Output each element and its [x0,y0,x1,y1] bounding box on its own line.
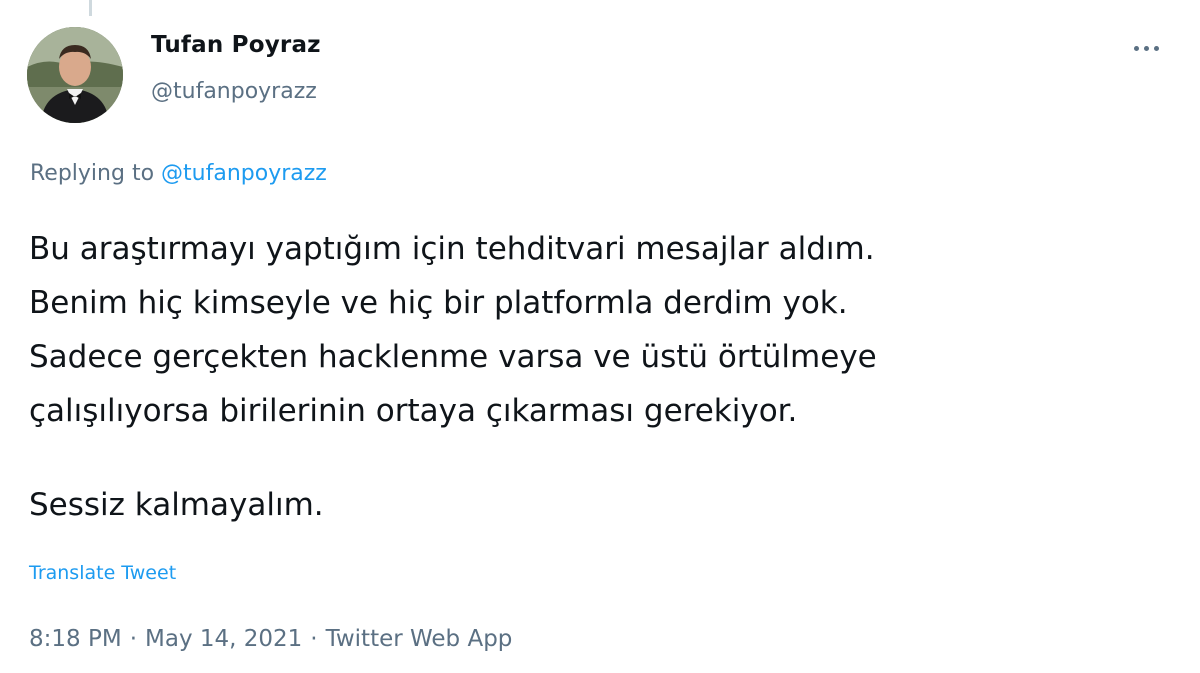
tweet-time-link[interactable]: 8:18 PM [29,626,122,652]
replying-to-label: Replying to [30,161,155,186]
thread-connector-line [89,0,92,16]
meta-separator: · [129,626,137,652]
tweet-date-link[interactable]: May 14, 2021 [145,626,302,652]
more-options-button[interactable] [1128,36,1164,60]
tweet-card: Tufan Poyraz @tufanpoyrazz Replying to @… [0,0,1200,673]
more-horizontal-icon [1133,45,1139,51]
replying-to: Replying to @tufanpoyrazz [30,161,327,186]
tweet-metadata: 8:18 PM · May 14, 2021 · Twitter Web App [29,626,512,652]
tweet-text: Bu araştırmayı yaptığım için tehditvari … [29,222,1179,532]
tweet-text-line: Sessiz kalmayalım. [29,487,324,523]
author-display-name[interactable]: Tufan Poyraz [151,32,321,58]
tweet-text-line: Bu araştırmayı yaptığım için tehditvari … [29,231,875,267]
tweet-source-link[interactable]: Twitter Web App [326,626,513,652]
tweet-text-line: Benim hiç kimseyle ve hiç bir platformla… [29,285,848,321]
more-horizontal-icon-dot [1153,45,1159,51]
meta-separator: · [310,626,318,652]
tweet-text-line: çalışılıyorsa birilerinin ortaya çıkarma… [29,393,798,429]
more-horizontal-icon-dot [1143,45,1149,51]
tweet-text-line: Sadece gerçekten hacklenme varsa ve üstü… [29,339,877,375]
translate-tweet-link[interactable]: Translate Tweet [29,562,176,584]
reply-mention-link[interactable]: @tufanpoyrazz [161,161,327,186]
author-handle[interactable]: @tufanpoyrazz [151,79,317,104]
avatar-photo [27,27,123,123]
avatar[interactable] [27,27,123,123]
